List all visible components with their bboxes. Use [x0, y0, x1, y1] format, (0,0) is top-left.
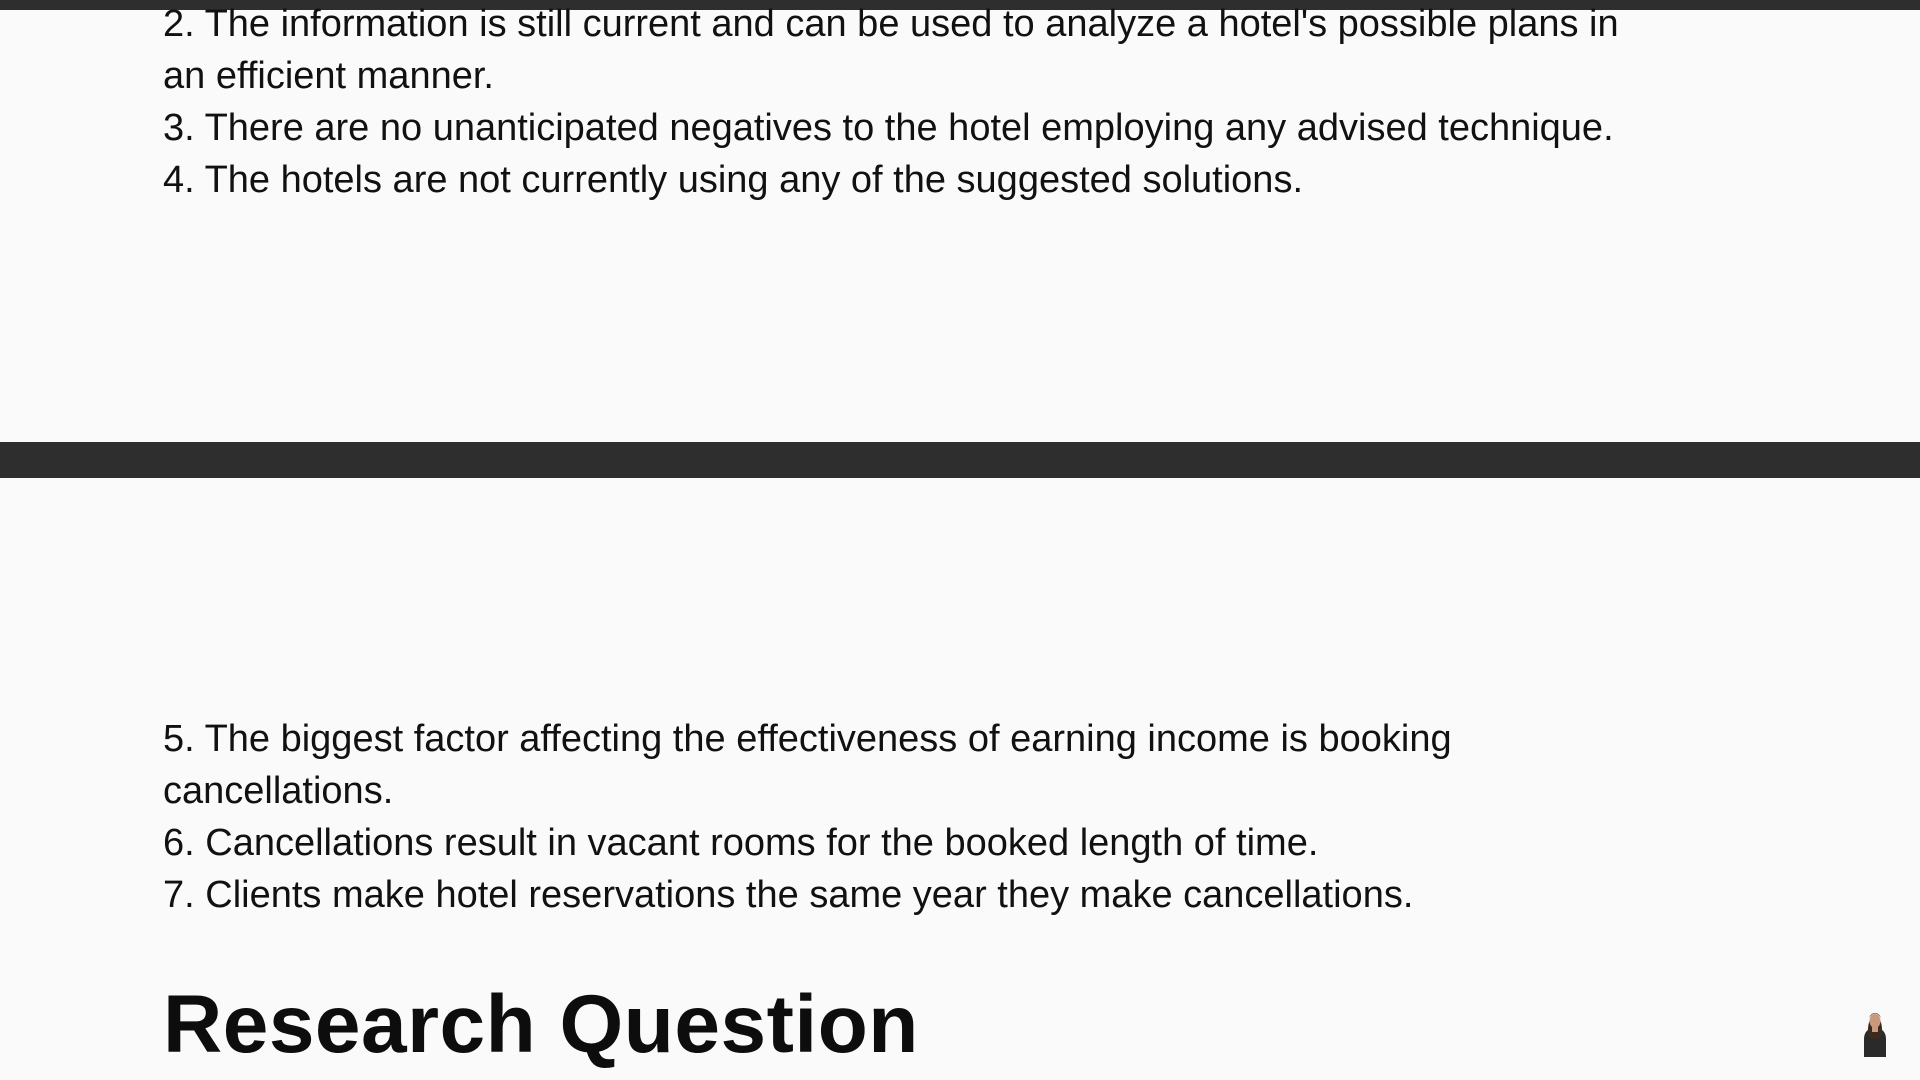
assumptions-list-top: 2. The information is still current and …	[163, 0, 1723, 206]
assumption-5-line-2: cancellations.	[163, 770, 394, 812]
assumption-6: 6. Cancellations result in vacant rooms …	[163, 822, 1319, 864]
assumption-2-line-1: 2. The information is still current and …	[163, 3, 1619, 45]
assumption-7: 7. Clients make hotel reservations the s…	[163, 874, 1414, 916]
section-heading: Research Question	[163, 979, 919, 1070]
document-page: 2. The information is still current and …	[0, 0, 1920, 1080]
assumption-4: 4. The hotels are not currently using an…	[163, 159, 1303, 201]
assumption-2-line-2: an efficient manner.	[163, 55, 494, 97]
assumption-5-line-1: 5. The biggest factor affecting the effe…	[163, 718, 1452, 760]
presenter-thumbnail-icon	[1858, 1005, 1892, 1057]
page-break-divider	[0, 442, 1920, 478]
assumption-3: 3. There are no unanticipated negatives …	[163, 107, 1614, 149]
assumptions-list-bottom: 5. The biggest factor affecting the effe…	[163, 713, 1723, 921]
